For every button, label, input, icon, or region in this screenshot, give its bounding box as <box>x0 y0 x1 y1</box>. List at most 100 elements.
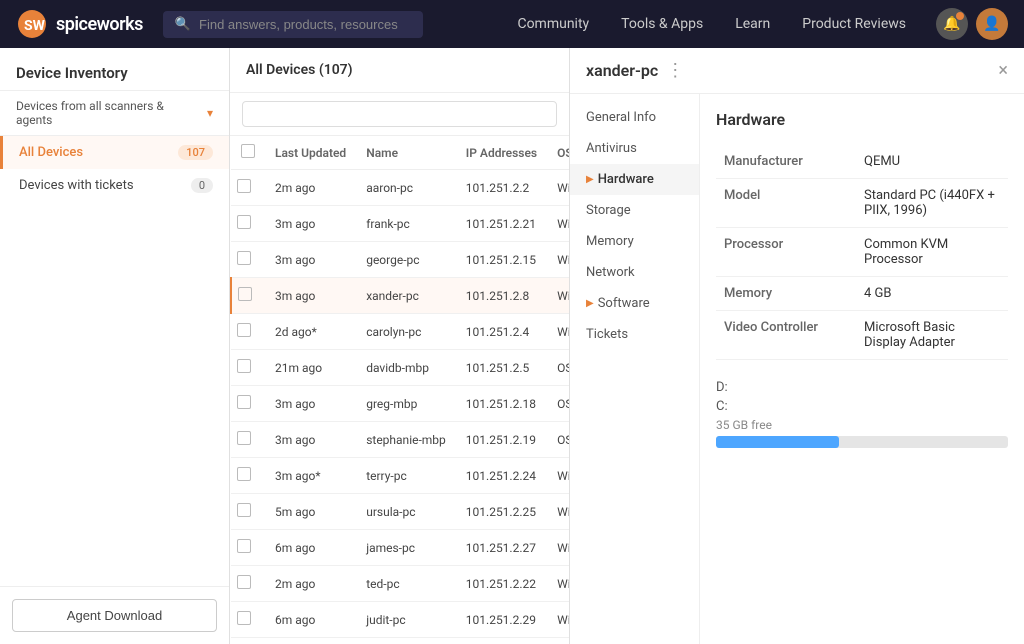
row-checkbox[interactable] <box>231 170 265 206</box>
row-updated: 3m ago <box>265 422 356 458</box>
table-row[interactable]: 2m ago ted-pc 101.251.2.22 Windows 7 Pr <box>231 566 569 602</box>
table-row[interactable]: 3m ago greg-mbp 101.251.2.18 OSX Yosemit… <box>231 386 569 422</box>
row-checkbox[interactable] <box>231 566 265 602</box>
logo-area[interactable]: SW spiceworks <box>16 8 143 40</box>
device-list: All Devices (107) Last Updated Name IP A… <box>230 48 570 644</box>
row-select-checkbox[interactable] <box>237 179 251 193</box>
device-search-wrap <box>230 93 569 136</box>
row-checkbox[interactable] <box>231 278 265 314</box>
table-row[interactable]: 3m ago* terry-pc 101.251.2.24 Windows 7 … <box>231 458 569 494</box>
table-row[interactable]: 3m ago xander-pc 101.251.2.8 Windows 7 P… <box>231 278 569 314</box>
row-select-checkbox[interactable] <box>237 359 251 373</box>
device-search-input[interactable] <box>242 101 557 127</box>
detail-menu-item-hardware[interactable]: ▶Hardware <box>570 164 699 195</box>
nav-community[interactable]: Community <box>503 8 603 40</box>
sidebar-filter[interactable]: Devices from all scanners & agents ▾ <box>0 91 229 136</box>
row-os: Windows 7 Pr <box>547 638 569 644</box>
row-checkbox[interactable] <box>231 602 265 638</box>
row-name: ursula-pc <box>356 494 456 530</box>
hardware-section-title: Hardware <box>716 110 1008 129</box>
table-row[interactable]: 5m ago ursula-pc 101.251.2.25 Windows 7 … <box>231 494 569 530</box>
row-checkbox[interactable] <box>231 206 265 242</box>
table-row[interactable]: 2m ago aaron-pc 101.251.2.2 Windows 8 Pr <box>231 170 569 206</box>
detail-menu-item-software[interactable]: ▶Software <box>570 288 699 319</box>
table-row[interactable]: 6m ago james-pc 101.251.2.27 Windows 7 P… <box>231 530 569 566</box>
row-select-checkbox[interactable] <box>237 539 251 553</box>
device-list-header: All Devices (107) <box>230 48 569 93</box>
row-checkbox[interactable] <box>231 314 265 350</box>
row-select-checkbox[interactable] <box>237 503 251 517</box>
notification-dot <box>956 12 964 20</box>
detail-menu-item-storage[interactable]: Storage <box>570 195 699 226</box>
hw-value: Microsoft Basic Display Adapter <box>856 311 1008 360</box>
row-os: Windows 8 Pr <box>547 170 569 206</box>
detail-menu-item-antivirus[interactable]: Antivirus <box>570 133 699 164</box>
row-checkbox[interactable] <box>231 242 265 278</box>
col-name[interactable]: Name <box>356 136 456 170</box>
row-os: Windows 7 Pr <box>547 242 569 278</box>
notification-bell[interactable]: 🔔 <box>936 8 968 40</box>
table-row[interactable]: 3m ago stephanie-mbp 101.251.2.19 OSX El… <box>231 422 569 458</box>
row-select-checkbox[interactable] <box>237 431 251 445</box>
row-select-checkbox[interactable] <box>237 575 251 589</box>
detail-menu-item-network[interactable]: Network <box>570 257 699 288</box>
row-checkbox[interactable] <box>231 494 265 530</box>
row-os: Windows 7 Pr <box>547 566 569 602</box>
col-os[interactable]: OS <box>547 136 569 170</box>
row-ip: 101.251.2.2 <box>456 170 547 206</box>
search-input[interactable] <box>199 17 411 32</box>
table-row[interactable]: 21m ago davidb-mbp 101.251.2.5 OSX El Ca… <box>231 350 569 386</box>
sidebar-item-all-devices[interactable]: All Devices 107 <box>0 136 229 169</box>
drive-label: C: <box>716 399 1008 414</box>
row-select-checkbox[interactable] <box>237 215 251 229</box>
row-select-checkbox[interactable] <box>237 323 251 337</box>
row-select-checkbox[interactable] <box>237 611 251 625</box>
hardware-table: ManufacturerQEMUModelStandard PC (i440FX… <box>716 145 1008 360</box>
row-ip: 101.251.2.27 <box>456 530 547 566</box>
row-checkbox[interactable] <box>231 458 265 494</box>
row-ip: 101.251.2.15 <box>456 242 547 278</box>
row-checkbox[interactable] <box>231 350 265 386</box>
col-last-updated[interactable]: Last Updated <box>265 136 356 170</box>
select-all-checkbox[interactable] <box>241 144 255 158</box>
top-nav: SW spiceworks 🔍 Community Tools & Apps L… <box>0 0 1024 48</box>
menu-item-label: Antivirus <box>586 141 637 156</box>
sidebar-item-label: All Devices <box>19 145 83 160</box>
close-button[interactable]: × <box>998 62 1008 80</box>
row-updated: 2m ago <box>265 566 356 602</box>
more-options-icon[interactable]: ⋮ <box>666 60 684 81</box>
search-bar[interactable]: 🔍 <box>163 11 423 38</box>
table-row[interactable]: 6m ago judit-pc 101.251.2.29 Windows 7 P… <box>231 602 569 638</box>
right-panel: xander-pc ⋮ × General InfoAntivirus▶Hard… <box>570 48 1024 644</box>
nav-learn[interactable]: Learn <box>721 8 784 40</box>
row-os: Windows 7 Pr <box>547 494 569 530</box>
row-select-checkbox[interactable] <box>238 287 252 301</box>
table-row[interactable]: 3m ago george-pc 101.251.2.15 Windows 7 … <box>231 242 569 278</box>
table-row[interactable]: 3m ago frank-pc 101.251.2.21 Windows 7 P… <box>231 206 569 242</box>
row-select-checkbox[interactable] <box>237 395 251 409</box>
agent-download-button[interactable]: Agent Download <box>12 599 217 632</box>
row-updated: 3m ago <box>265 278 356 314</box>
col-ip[interactable]: IP Addresses <box>456 136 547 170</box>
nav-product-reviews[interactable]: Product Reviews <box>788 8 920 40</box>
row-updated: 3m ago <box>265 242 356 278</box>
table-row[interactable]: 2d ago* carolyn-pc 101.251.2.4 Windows 7… <box>231 314 569 350</box>
detail-menu-item-general-info[interactable]: General Info <box>570 102 699 133</box>
row-checkbox[interactable] <box>231 638 265 644</box>
menu-item-label: Tickets <box>586 327 628 342</box>
row-checkbox[interactable] <box>231 386 265 422</box>
detail-menu-item-memory[interactable]: Memory <box>570 226 699 257</box>
row-os: OSX Yosemite <box>547 386 569 422</box>
nav-icons: 🔔 👤 <box>936 8 1008 40</box>
nav-tools-apps[interactable]: Tools & Apps <box>607 8 717 40</box>
row-select-checkbox[interactable] <box>237 251 251 265</box>
table-row[interactable]: 10m ago frances-pc 101.251.2.2 Windows 7… <box>231 638 569 644</box>
filter-label: Devices from all scanners & agents <box>16 99 203 127</box>
row-select-checkbox[interactable] <box>237 467 251 481</box>
hw-row: ManufacturerQEMU <box>716 145 1008 179</box>
user-avatar[interactable]: 👤 <box>976 8 1008 40</box>
row-checkbox[interactable] <box>231 422 265 458</box>
detail-menu-item-tickets[interactable]: Tickets <box>570 319 699 350</box>
sidebar-item-devices-with-tickets[interactable]: Devices with tickets 0 <box>0 169 229 202</box>
row-checkbox[interactable] <box>231 530 265 566</box>
